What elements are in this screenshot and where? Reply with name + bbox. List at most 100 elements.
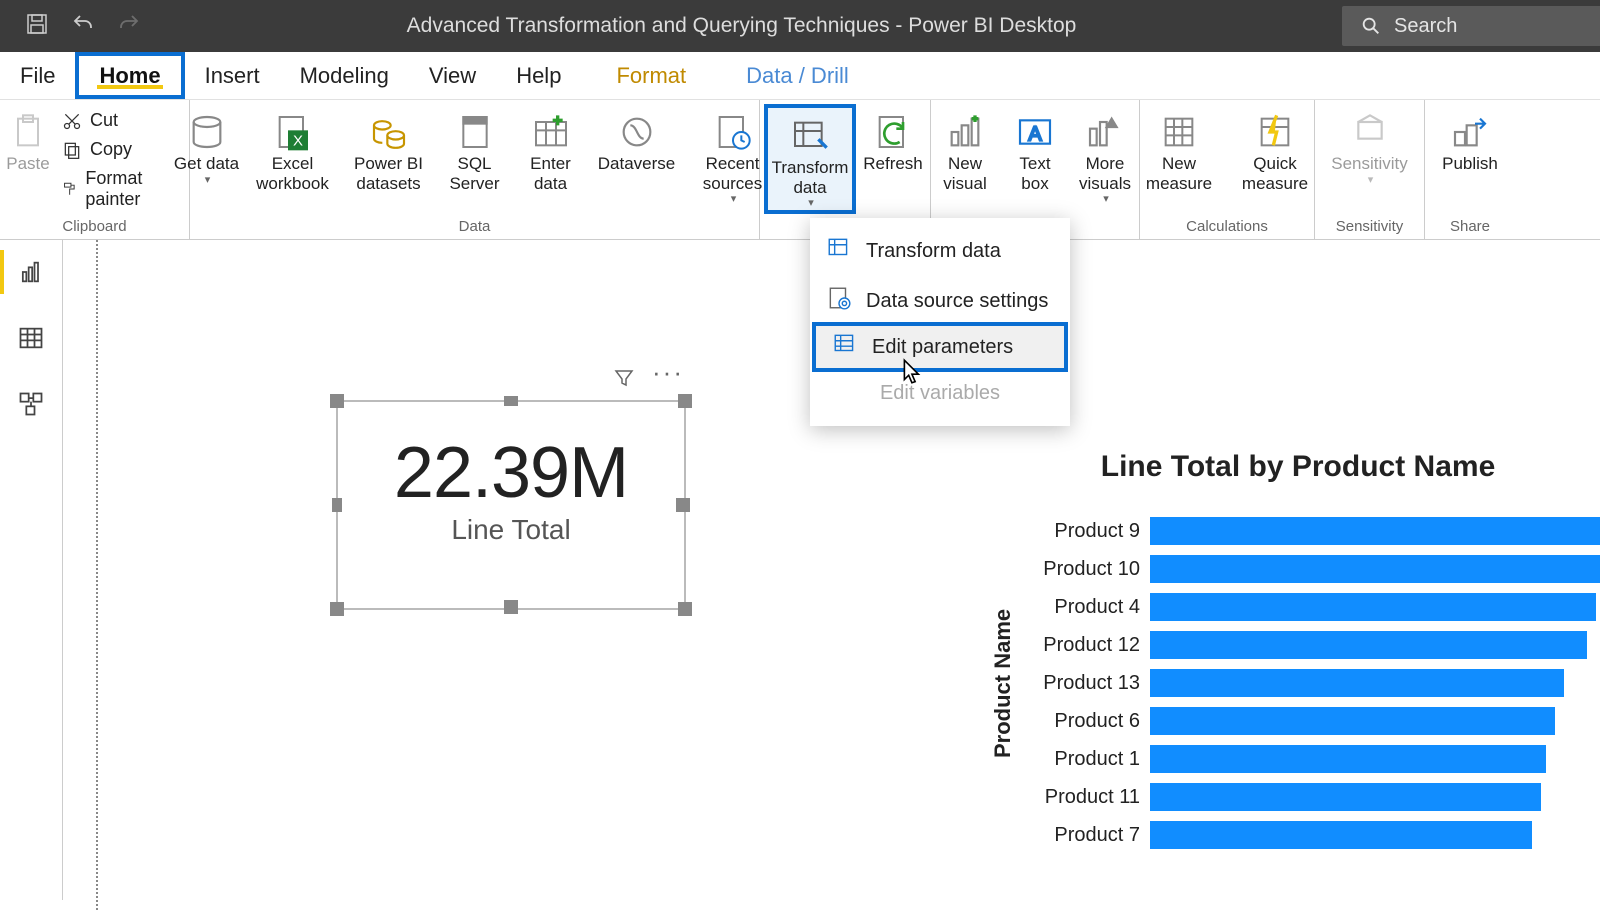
ribbon-tabs: File Home Insert Modeling View Help Form… [0, 52, 1600, 100]
bar-row: Product 6 [1020, 702, 1600, 740]
bar-row: Product 11 [1020, 778, 1600, 816]
tab-data-drill[interactable]: Data / Drill [706, 52, 869, 99]
bar[interactable] [1150, 631, 1587, 659]
filter-icon[interactable] [612, 366, 636, 395]
bar-label: Product 10 [1020, 558, 1150, 581]
publish-icon [1448, 110, 1492, 154]
bar-chart-visual[interactable]: Line Total by Product Name Product Name … [986, 450, 1600, 854]
tab-format[interactable]: Format [581, 52, 706, 99]
parameters-icon [832, 331, 858, 363]
bar-row: Product 13 [1020, 664, 1600, 702]
window-title: Advanced Transformation and Querying Tec… [141, 14, 1342, 38]
transform-data-dropdown: Transform data Data source settings Edit… [810, 218, 1070, 426]
sql-icon [453, 110, 497, 154]
publish-button[interactable]: Publish [1434, 104, 1506, 174]
bar[interactable] [1150, 555, 1600, 583]
tab-insert[interactable]: Insert [185, 52, 280, 99]
sql-server-button[interactable]: SQL Server [439, 104, 511, 193]
tab-view[interactable]: View [409, 52, 496, 99]
format-painter-button[interactable]: Format painter [62, 168, 175, 210]
sensitivity-icon [1348, 110, 1392, 154]
get-data-button[interactable]: Get data▾ [171, 104, 243, 186]
recent-icon [711, 110, 755, 154]
transform-icon [788, 114, 832, 158]
save-icon[interactable] [25, 12, 49, 41]
view-rail [0, 240, 63, 900]
excel-icon: X [271, 110, 315, 154]
bar-label: Product 9 [1020, 520, 1150, 543]
bar-row: Product 9 [1020, 512, 1600, 550]
bar[interactable] [1150, 783, 1541, 811]
tab-file[interactable]: File [0, 52, 75, 99]
measure-icon [1157, 110, 1201, 154]
page-edge [96, 240, 98, 910]
chart-icon [943, 110, 987, 154]
bar-label: Product 12 [1020, 634, 1150, 657]
bar[interactable] [1150, 593, 1596, 621]
menu-transform-data[interactable]: Transform data [810, 226, 1070, 276]
bar[interactable] [1150, 745, 1546, 773]
dataverse-button[interactable]: Dataverse [591, 104, 683, 174]
redo-icon[interactable] [117, 12, 141, 41]
bar-label: Product 7 [1020, 824, 1150, 847]
tab-modeling[interactable]: Modeling [280, 52, 409, 99]
search-icon [1360, 15, 1382, 37]
enter-data-icon [529, 110, 573, 154]
bar-label: Product 1 [1020, 748, 1150, 771]
new-measure-button[interactable]: New measure [1133, 104, 1225, 193]
bar[interactable] [1150, 821, 1532, 849]
group-sensitivity-label: Sensitivity [1336, 218, 1404, 237]
new-visual-button[interactable]: New visual [929, 104, 1001, 193]
text-box-button[interactable]: AText box [1005, 104, 1065, 193]
bar-row: Product 1 [1020, 740, 1600, 778]
card-visual[interactable]: ··· 22.39M Line Total [336, 400, 686, 610]
sensitivity-button[interactable]: Sensitivity▾ [1324, 104, 1416, 186]
tab-home[interactable]: Home [75, 52, 184, 99]
bar[interactable] [1150, 707, 1555, 735]
more-visuals-button[interactable]: More visuals▾ [1069, 104, 1141, 206]
tab-help[interactable]: Help [496, 52, 581, 99]
bar-label: Product 4 [1020, 596, 1150, 619]
group-clipboard-label: Clipboard [62, 218, 126, 237]
bar-label: Product 13 [1020, 672, 1150, 695]
more-visuals-icon [1083, 110, 1127, 154]
svg-text:X: X [292, 132, 302, 149]
model-view-button[interactable] [13, 386, 49, 422]
quick-measure-icon [1253, 110, 1297, 154]
dataverse-icon [615, 110, 659, 154]
bar-row: Product 7 [1020, 816, 1600, 854]
paste-button[interactable]: Paste [6, 104, 50, 174]
menu-edit-parameters[interactable]: Edit parameters [812, 322, 1068, 372]
cut-button[interactable]: Cut [62, 110, 175, 131]
database-icon [185, 110, 229, 154]
card-label: Line Total [338, 514, 684, 546]
search-input[interactable]: Search [1342, 6, 1600, 46]
undo-icon[interactable] [71, 12, 95, 41]
bar-label: Product 11 [1020, 786, 1150, 809]
pbi-datasets-button[interactable]: Power BI datasets [343, 104, 435, 193]
transform-icon [826, 235, 852, 267]
transform-data-button[interactable]: Transform data▾ [764, 104, 856, 214]
bar[interactable] [1150, 517, 1600, 545]
more-options-icon[interactable]: ··· [652, 366, 684, 395]
bar-row: Product 12 [1020, 626, 1600, 664]
title-bar: Advanced Transformation and Querying Tec… [0, 0, 1600, 52]
report-view-button[interactable] [13, 254, 49, 290]
menu-data-source-settings[interactable]: Data source settings [810, 276, 1070, 326]
datasets-icon [367, 110, 411, 154]
bar[interactable] [1150, 669, 1564, 697]
data-view-button[interactable] [13, 320, 49, 356]
svg-text:A: A [1028, 123, 1042, 145]
textbox-icon: A [1013, 110, 1057, 154]
copy-button[interactable]: Copy [62, 139, 175, 160]
bar-row: Product 4 [1020, 588, 1600, 626]
search-placeholder: Search [1394, 15, 1457, 38]
excel-button[interactable]: XExcel workbook [247, 104, 339, 193]
refresh-button[interactable]: Refresh [860, 104, 926, 174]
quick-measure-button[interactable]: Quick measure [1229, 104, 1321, 193]
refresh-icon [871, 110, 915, 154]
ribbon: Paste Cut Copy Format painter Clipboard … [0, 100, 1600, 240]
enter-data-button[interactable]: Enter data [515, 104, 587, 193]
group-calc-label: Calculations [1186, 218, 1268, 237]
cursor-icon [902, 358, 924, 393]
